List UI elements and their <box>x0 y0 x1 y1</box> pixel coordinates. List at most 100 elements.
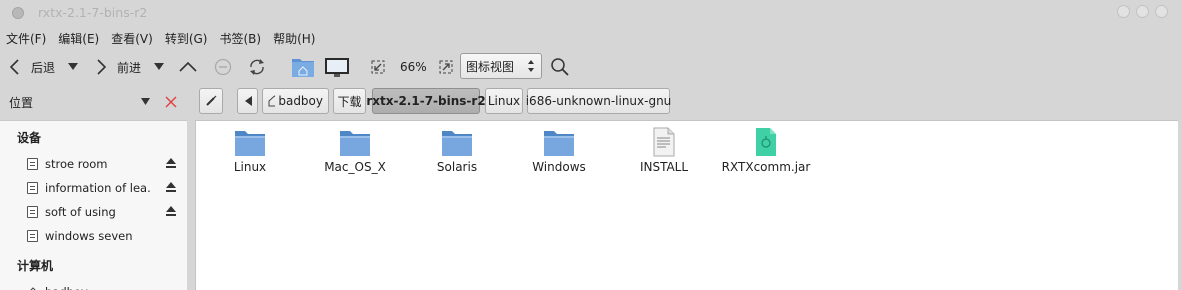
drive-icon <box>27 182 38 194</box>
side-pane-dropdown-icon[interactable] <box>141 98 150 106</box>
back-button[interactable]: 后退 <box>8 52 55 82</box>
zoom-in-button[interactable] <box>439 52 453 82</box>
zoom-in-icon <box>439 60 453 74</box>
jar-file-icon <box>756 128 776 156</box>
drive-icon <box>27 158 38 170</box>
file-item[interactable]: INSTALL <box>609 127 719 174</box>
window-title: rxtx-2.1-7-bins-r2 <box>38 5 148 20</box>
file-item[interactable]: Mac_OS_X <box>300 127 410 174</box>
computer-item-label: badboy <box>45 285 150 290</box>
folder-icon <box>340 131 370 156</box>
eject-icon[interactable] <box>166 206 176 217</box>
side-pane: 位置 设备 stroe room information of lea... s… <box>0 88 187 290</box>
toolbar: 后退 前进 66% 图标视图 <box>0 52 1182 82</box>
chevron-up-icon <box>179 61 197 72</box>
device-item[interactable]: soft of using <box>27 201 183 223</box>
drive-icon <box>27 230 38 242</box>
file-view[interactable]: Linux Mac_OS_X Solaris Windows INSTALL R… <box>195 120 1178 290</box>
dropdown-arrow-icon <box>68 63 78 70</box>
device-label: information of lea... <box>45 181 150 195</box>
breadcrumb-label: Linux <box>487 94 521 108</box>
zoom-level[interactable]: 66% <box>400 52 427 82</box>
reload-icon <box>250 59 264 75</box>
stop-button[interactable] <box>214 52 232 82</box>
window-menu-icon[interactable] <box>12 7 24 19</box>
home-button[interactable] <box>291 52 315 82</box>
menu-bar: 文件(F) 编辑(E) 查看(V) 转到(G) 书签(B) 帮助(H) <box>0 28 327 50</box>
device-item[interactable]: windows seven <box>27 225 183 247</box>
device-label: stroe room <box>45 157 108 171</box>
computer-item[interactable]: badboy <box>27 281 183 290</box>
spin-arrows-icon <box>528 60 534 72</box>
zoom-level-label: 66% <box>400 60 427 74</box>
back-label: 后退 <box>31 60 56 75</box>
file-name: Linux <box>233 160 267 174</box>
breadcrumb-home[interactable]: badboy <box>262 88 329 114</box>
eject-icon[interactable] <box>166 158 176 169</box>
dropdown-arrow-icon <box>154 63 164 70</box>
breadcrumb-i686[interactable]: i686-unknown-linux-gnu <box>525 88 672 114</box>
computer-heading: 计算机 <box>17 259 54 273</box>
device-label: windows seven <box>45 229 133 243</box>
menu-bookmarks[interactable]: 书签(B) <box>219 28 261 50</box>
file-name: Solaris <box>436 160 478 174</box>
home-icon <box>29 286 37 290</box>
triangle-left-icon <box>244 96 252 106</box>
breadcrumb-downloads[interactable]: 下载 <box>333 88 366 114</box>
menu-view[interactable]: 查看(V) <box>111 28 153 50</box>
file-item[interactable]: RXTXcomm.jar <box>711 127 821 174</box>
window-edge <box>1178 0 1182 290</box>
file-name: RXTXcomm.jar <box>721 160 811 174</box>
menu-edit[interactable]: 编辑(E) <box>58 28 99 50</box>
view-mode-label: 图标视图 <box>466 59 515 74</box>
forward-history-dropdown[interactable] <box>154 52 164 82</box>
side-pane-title: 位置 <box>9 96 34 110</box>
edit-location-button[interactable] <box>199 88 223 114</box>
chevron-left-icon <box>9 59 19 75</box>
view-mode-select[interactable]: 图标视图 <box>460 53 542 79</box>
breadcrumb-current[interactable]: rxtx-2.1-7-bins-r2 <box>366 88 486 114</box>
breadcrumb-label: rxtx-2.1-7-bins-r2 <box>366 94 486 108</box>
file-name: Windows <box>532 160 586 174</box>
home-icon <box>268 95 276 107</box>
monitor-icon <box>325 58 349 77</box>
close-button[interactable] <box>1155 5 1168 18</box>
menu-file[interactable]: 文件(F) <box>6 28 46 50</box>
menu-go[interactable]: 转到(G) <box>165 28 208 50</box>
folder-icon <box>235 131 265 156</box>
device-item[interactable]: information of lea... <box>27 177 183 199</box>
chevron-right-icon <box>97 59 107 75</box>
title-bar: rxtx-2.1-7-bins-r2 <box>0 0 1182 26</box>
search-icon <box>551 58 569 76</box>
folder-icon <box>544 131 574 156</box>
drive-icon <box>27 206 38 218</box>
file-item[interactable]: Windows <box>504 127 614 174</box>
stop-icon <box>214 58 232 76</box>
back-history-dropdown[interactable] <box>68 52 78 82</box>
device-label: soft of using <box>45 205 116 219</box>
close-side-pane-icon[interactable] <box>165 96 177 108</box>
text-file-icon <box>653 127 675 157</box>
reload-button[interactable] <box>247 52 267 82</box>
breadcrumb-label: 下载 <box>337 94 362 109</box>
devices-heading: 设备 <box>17 131 42 145</box>
breadcrumb-linux[interactable]: Linux <box>485 88 523 114</box>
places-list: 设备 stroe room information of lea... soft… <box>0 120 187 290</box>
computer-button[interactable] <box>324 52 350 82</box>
minimize-button[interactable] <box>1117 5 1130 18</box>
side-pane-header: 位置 <box>0 88 187 116</box>
zoom-out-button[interactable] <box>371 52 385 82</box>
forward-button[interactable]: 前进 <box>94 52 141 82</box>
eject-icon[interactable] <box>166 182 176 193</box>
breadcrumb-scroll-left[interactable] <box>237 88 258 114</box>
zoom-out-icon <box>371 60 385 74</box>
breadcrumb-label: i686-unknown-linux-gnu <box>525 94 672 108</box>
file-name: INSTALL <box>639 160 689 174</box>
parent-folder-button[interactable] <box>178 52 198 82</box>
maximize-button[interactable] <box>1136 5 1149 18</box>
search-button[interactable] <box>550 52 570 82</box>
file-item[interactable]: Linux <box>195 127 305 174</box>
menu-help[interactable]: 帮助(H) <box>273 28 315 50</box>
file-item[interactable]: Solaris <box>402 127 512 174</box>
device-item[interactable]: stroe room <box>27 153 183 175</box>
